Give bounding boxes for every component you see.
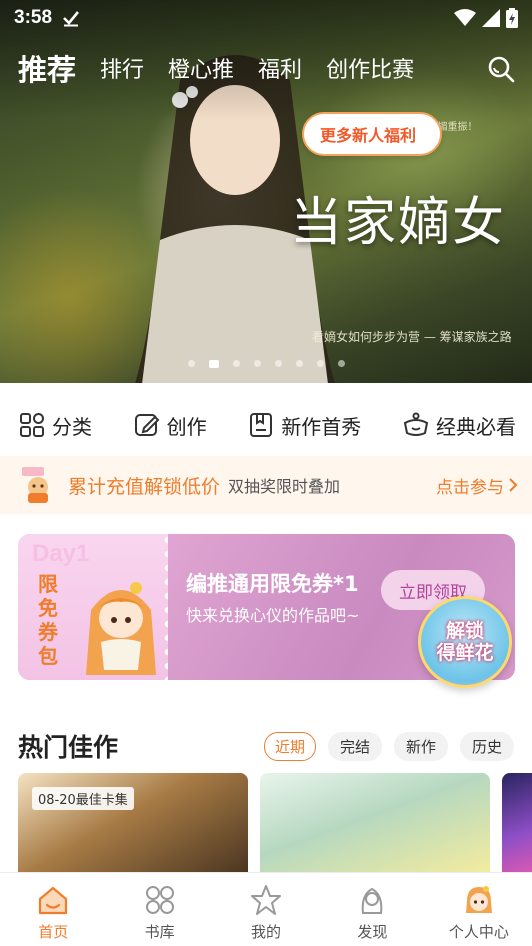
hero-subcaption: 看嫡女如何步步为营 — 筹谋家族之路 [312, 330, 512, 344]
gift-mascot-icon [22, 467, 48, 503]
quick-nav: 分类 创作 新作首秀 经典必看 [0, 400, 532, 450]
comic-card[interactable] [260, 773, 490, 873]
nav-label: 个人中心 [448, 923, 509, 941]
promo-cta-link[interactable]: 点击参与 [436, 473, 518, 498]
nav-mine[interactable]: 我的 [213, 873, 319, 946]
hero-title: 当家嫡女 [290, 193, 507, 253]
quick-nav-label: 分类 [52, 414, 92, 439]
unlock-flower-badge[interactable]: 解锁 得鲜花 [418, 596, 512, 688]
tab-orange-picks[interactable]: 橙心推 [168, 52, 234, 84]
promo-cta-label: 点击参与 [436, 477, 504, 498]
carousel-dot[interactable] [253, 360, 261, 367]
coupon-day-label: Day1 [32, 540, 90, 567]
promo-main-text: 累计充值解锁低价 [68, 475, 221, 498]
quick-nav-create[interactable]: 创作 [133, 411, 207, 440]
tab-recommend[interactable]: 推荐 [18, 47, 76, 89]
coupon-description: 快来兑换心仪的作品吧~ [186, 606, 360, 625]
quick-nav-category[interactable]: 分类 [18, 411, 92, 440]
carousel-dot[interactable] [232, 360, 240, 367]
discover-icon [362, 887, 383, 914]
avatar-icon [465, 886, 492, 913]
top-tabs: 推荐 排行 橙心推 福利 创作比赛 [0, 46, 532, 90]
carousel-dot[interactable] [337, 360, 345, 367]
nav-label: 书库 [144, 923, 175, 941]
badge-line-2: 得鲜花 [436, 642, 494, 664]
filter-completed[interactable]: 完结 [327, 731, 382, 761]
hot-filters: 近期 完结 新作 历史 [263, 731, 514, 761]
carousel-dots [0, 360, 532, 368]
tab-contest[interactable]: 创作比赛 [326, 52, 414, 84]
coupon-vertical-label: 限免券包 [38, 572, 58, 668]
wifi-icon [454, 9, 476, 26]
filter-new[interactable]: 新作 [393, 731, 448, 761]
carousel-dot[interactable] [274, 360, 282, 367]
badge-line-1: 解锁 [445, 620, 484, 642]
carousel-dot[interactable] [295, 360, 303, 367]
edit-icon [134, 414, 160, 436]
carousel-dot[interactable] [316, 360, 324, 367]
bookmark-icon [250, 413, 273, 437]
quick-nav-label: 创作 [166, 414, 207, 439]
carousel-dot[interactable] [187, 360, 195, 367]
mascot-illustration [86, 582, 156, 675]
library-icon [145, 886, 174, 914]
tab-benefits[interactable]: 福利 [258, 52, 302, 84]
more-newbie-benefits-button[interactable]: 更多新人福利 [302, 112, 442, 156]
home-icon [39, 886, 68, 915]
bottom-nav: 首页 书库 我的 发现 个人中心 [0, 872, 532, 946]
nav-label: 我的 [251, 923, 282, 941]
hero-banner[interactable]: 手绘精品 · 庶女逆袭，嫡女门楣重振！ 当家嫡女 看嫡女如何步步为营 — 筹谋家… [0, 0, 532, 383]
comic-card[interactable]: 08-20最佳卡集 [18, 773, 248, 873]
nav-discover[interactable]: 发现 [319, 873, 425, 946]
section-title: 热门佳作 [18, 733, 119, 762]
coupon-left-panel: Day1 限免券包 [18, 534, 168, 680]
tab-ranking[interactable]: 排行 [100, 52, 144, 84]
card-badge: 08-20最佳卡集 [32, 787, 134, 810]
nav-label: 首页 [38, 923, 69, 941]
hot-section-header: 热门佳作 近期 完结 新作 历史 [18, 726, 514, 766]
filter-recent[interactable]: 近期 [263, 731, 316, 761]
nav-profile[interactable]: 个人中心 [426, 873, 532, 946]
status-time: 3:58 [14, 7, 53, 28]
crown-icon [403, 412, 429, 436]
recharge-promo-banner[interactable]: 累计充值解锁低价 双抽奖限时叠加 点击参与 [0, 456, 532, 514]
quick-nav-new-debut[interactable]: 新作首秀 [247, 411, 361, 440]
coupon-title: 编推通用限免券*1 [186, 572, 359, 596]
promo-sub-text: 双抽奖限时叠加 [228, 477, 341, 496]
quick-nav-label: 经典必看 [435, 414, 516, 439]
chevron-right-icon [509, 478, 518, 492]
star-icon [251, 885, 282, 915]
filter-history[interactable]: 历史 [459, 731, 514, 761]
quick-nav-classics[interactable]: 经典必看 [402, 411, 516, 440]
comic-card[interactable] [502, 773, 532, 873]
status-bar: 3:58 [0, 0, 532, 36]
nav-library[interactable]: 书库 [106, 873, 212, 946]
grid-icon [20, 413, 44, 437]
carousel-dot-active[interactable] [208, 360, 219, 368]
search-icon[interactable] [486, 54, 516, 84]
quick-nav-label: 新作首秀 [281, 414, 362, 439]
nav-home[interactable]: 首页 [0, 873, 106, 946]
nav-label: 发现 [357, 923, 388, 941]
download-done-icon [63, 11, 80, 27]
signal-icon [482, 9, 500, 27]
hot-cards-row: 08-20最佳卡集 [18, 773, 532, 873]
battery-icon [506, 8, 518, 28]
